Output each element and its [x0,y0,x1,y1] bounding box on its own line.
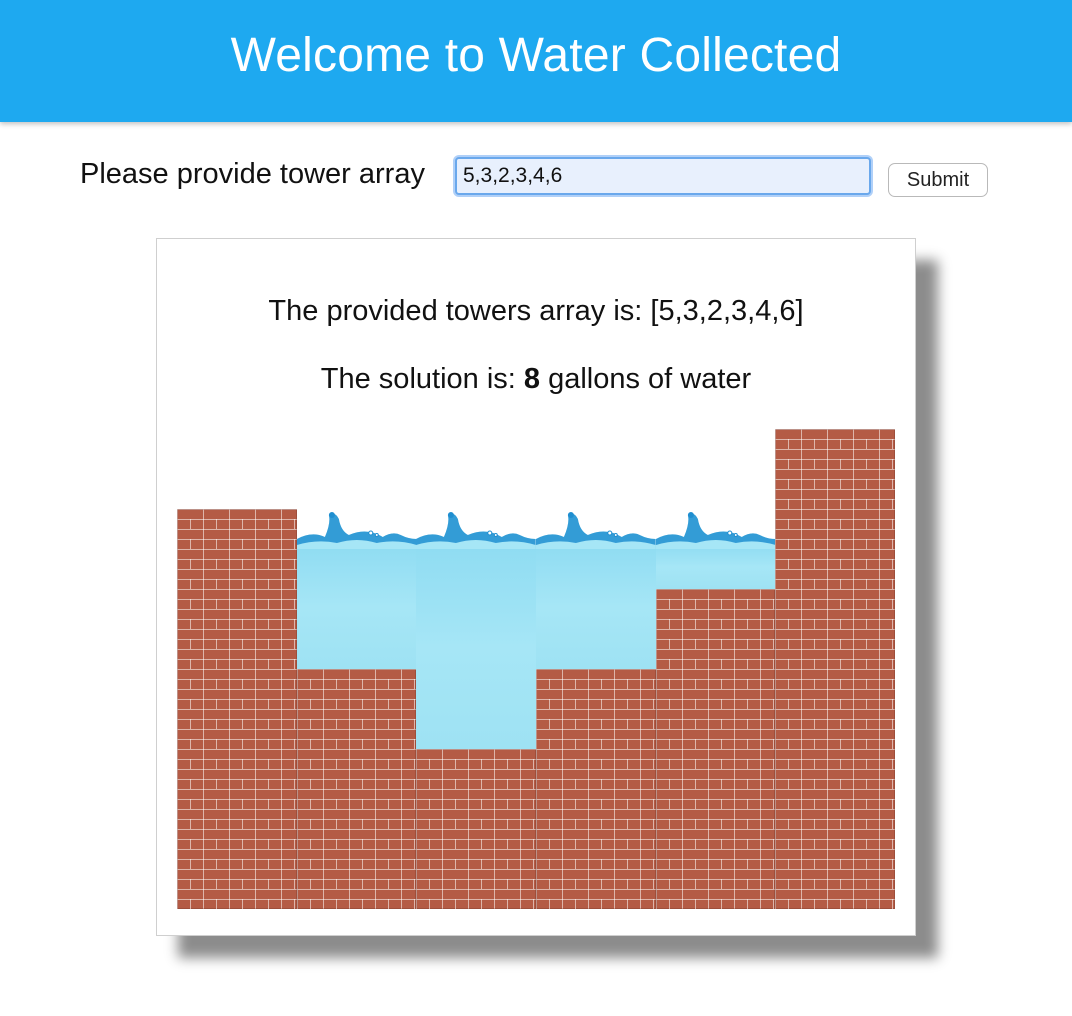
tower-2 [296,669,417,909]
app-header: Welcome to Water Collected [0,0,1072,122]
wave-icon [296,512,417,549]
towers-summary: The provided towers array is: [5,3,2,3,4… [157,295,915,328]
tower-1 [177,509,297,909]
water-column-4 [536,545,656,669]
solution-prefix: The solution is: [320,363,524,395]
water-column-3 [416,545,536,749]
tower-6 [775,429,895,909]
tower-visualization [177,429,895,909]
water-column-5 [655,545,776,589]
water-column-2 [296,545,417,669]
towers-array-value: [5,3,2,3,4,6] [650,295,804,327]
tower-5 [655,589,776,909]
tower-3 [416,749,536,909]
tower-form: Please provide tower array Submit [0,150,1072,210]
page-title: Welcome to Water Collected [230,28,842,82]
submit-button[interactable]: Submit [888,163,988,197]
tower-4 [536,669,656,909]
wave-icon [536,512,656,549]
wave-icon [655,512,776,549]
solution-value: 8 [523,363,541,395]
solution-summary: The solution is: 8 gallons of water [157,363,915,396]
result-card: The provided towers array is: [5,3,2,3,4… [156,238,916,936]
tower-array-label: Please provide tower array [80,158,425,190]
solution-suffix: gallons of water [540,363,752,395]
tower-array-input[interactable] [455,157,871,195]
towers-prefix: The provided towers array is: [268,295,651,327]
wave-icon [416,512,536,549]
